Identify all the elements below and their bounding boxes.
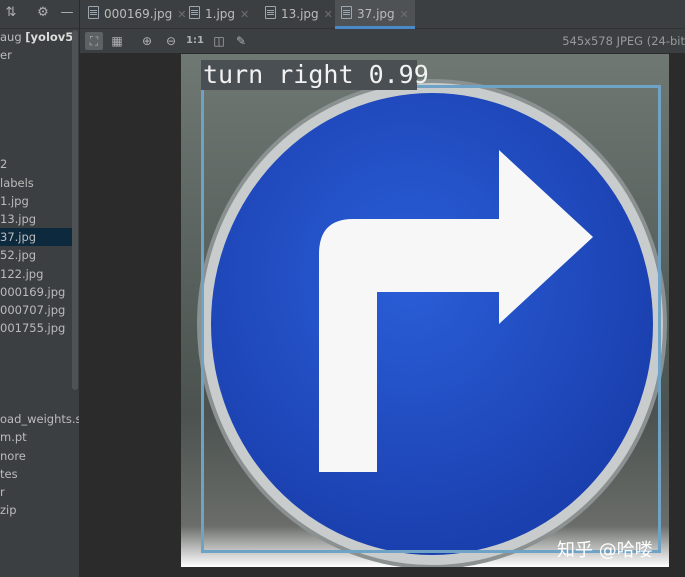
tree-item[interactable]: oad_weights.sh [0,410,80,428]
tree-item-label: 000169.jpg [0,284,66,299]
tree-item[interactable]: 13.jpg [0,210,74,228]
tree-item-label: 001755.jpg [0,321,66,336]
tab-000169[interactable]: 000169.jpg ✕ [88,0,186,28]
tree-item[interactable] [0,101,74,119]
minimize-icon[interactable]: — [60,6,74,20]
tree-item-label: 2 [0,157,8,172]
tree-item-label: nore [0,448,26,463]
tree-item-label: 13.jpg [0,212,37,226]
tab-label: 13.jpg [281,7,319,21]
image-toolbar: ⛶ ▦ ⊕ ⊖ 1:1 ◫ ✎ 545x578 JPEG (24-bit [80,29,685,53]
tree-item-label: labels [0,175,34,190]
detection-label: turn right 0.99 [201,60,429,90]
tree-item[interactable]: 000169.jpg [0,283,74,301]
tree-item[interactable]: er [0,46,74,64]
tree-item-label: tes [0,466,18,481]
close-icon[interactable]: ✕ [324,8,333,21]
tree-item[interactable]: 52.jpg [0,246,74,264]
tree-item[interactable] [0,374,74,392]
close-icon[interactable]: ✕ [240,8,249,21]
tree-item-label: 122.jpg [0,266,44,281]
tree-item[interactable] [0,337,74,355]
tree-item-label: r [0,485,5,499]
tree-item-label: 37.jpg [0,230,37,245]
zoom-out-icon[interactable]: ⊖ [162,32,180,50]
tree-item[interactable]: 001755.jpg [0,319,74,337]
close-icon[interactable]: ✕ [177,8,186,21]
tree-item-label: zip [0,503,17,518]
image-file-icon [88,6,99,19]
gear-icon[interactable]: ⚙ [36,6,50,20]
tree-item[interactable]: 000707.jpg [0,301,74,319]
image-file-icon [189,6,200,19]
watermark: 知乎 @哈喽 [557,540,653,561]
tree-item[interactable]: 2 [0,155,74,173]
actual-size-button[interactable]: 1:1 [186,32,204,50]
sidebar-scrollbar[interactable] [72,30,78,390]
tree-item-label: m.pt [0,430,27,445]
image-canvas [181,54,669,567]
grid-icon[interactable]: ▦ [108,32,126,50]
tree-item-label: 52.jpg [0,248,37,263]
tree-item[interactable] [0,356,74,374]
turn-right-sign-image [197,79,667,567]
tree-item[interactable]: 37.jpg [0,228,74,247]
tree-item[interactable]: nore [0,447,74,465]
tab-label: 1.jpg [205,7,236,21]
sign-face [211,93,653,555]
tree-item[interactable]: 122.jpg [0,265,74,283]
tab-13[interactable]: 13.jpg ✕ [265,0,333,28]
zoom-in-icon[interactable]: ⊕ [138,32,156,50]
tab-label: 000169.jpg [104,7,173,21]
tree-item-label: er [0,48,12,63]
editor-tab-bar: 000169.jpg ✕ 1.jpg ✕ 13.jpg ✕ 37.jpg ✕ [80,0,685,29]
tree-item[interactable] [0,392,74,410]
tree-item-label: oad_weights.sh [0,412,80,427]
collapse-all-icon[interactable]: ⇅ [4,6,18,20]
tree-item[interactable]: labels [0,174,74,192]
fit-to-window-icon[interactable]: ⛶ [85,32,103,50]
image-info: 545x578 JPEG (24-bit [562,34,685,48]
tree-item[interactable]: 1.jpg [0,192,74,210]
tab-1[interactable]: 1.jpg ✕ [189,0,249,28]
background-toggle-icon[interactable]: ◫ [210,32,228,50]
tree-item-label: 1.jpg [0,193,29,208]
tree-item[interactable]: r [0,483,74,501]
tree-item[interactable]: tes [0,465,74,483]
tree-item[interactable] [0,64,74,82]
tab-label: 37.jpg [357,7,395,21]
tree-item[interactable]: zip [0,501,74,519]
tree-item[interactable] [0,119,74,137]
project-sidebar: ⇅ ⚙ — aug [yolov5-m er 2 labels 1.jpg 13.jpg 3… [0,0,80,577]
tree-item[interactable] [0,137,74,155]
tree-item[interactable] [0,83,74,101]
tree-item[interactable]: aug [yolov5-m [0,28,80,46]
tree-item-label: 000707.jpg [0,303,66,317]
sidebar-header: ⇅ ⚙ — [0,0,80,29]
close-icon[interactable]: ✕ [400,8,409,21]
tree-item-label: aug [0,30,26,44]
color-picker-icon[interactable]: ✎ [232,32,250,50]
tree-item[interactable]: m.pt [0,428,74,446]
image-file-icon [265,6,276,19]
image-file-icon [341,6,352,19]
tab-37[interactable]: 37.jpg ✕ [335,0,415,29]
